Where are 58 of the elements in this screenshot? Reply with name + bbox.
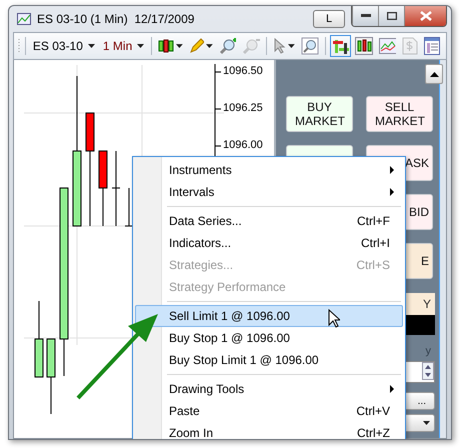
mouse-cursor-icon [328, 309, 340, 328]
order-button[interactable]: BUY MARKET [286, 96, 353, 132]
menu-item[interactable]: Indicators... Ctrl+I [135, 232, 403, 254]
line-chart-icon [378, 37, 396, 55]
link-button[interactable]: L [313, 10, 345, 28]
caret-icon [423, 421, 430, 425]
menu-item[interactable]: Buy Stop 1 @ 1096.00 [135, 327, 403, 349]
grip-icon [18, 38, 21, 54]
caret-icon [176, 44, 183, 48]
data-box-button[interactable] [422, 35, 442, 57]
price-label: 1096.50 [223, 65, 263, 77]
menu-item[interactable]: Sell Limit 1 @ 1096.00 [135, 305, 403, 327]
zoom-out-icon [242, 37, 260, 55]
menu-item[interactable]: Paste Ctrl+V [135, 400, 403, 422]
candlestick-icon [158, 38, 174, 54]
chart-style-button[interactable] [353, 35, 374, 57]
spinner-arrows-icon [422, 362, 434, 380]
table-window-icon [424, 37, 440, 55]
menu-item[interactable]: Instruments [135, 159, 403, 181]
price-label: 1096.00 [223, 139, 263, 151]
caret-icon [288, 44, 296, 48]
submenu-arrow-icon [390, 188, 394, 196]
dollar-document-icon [402, 37, 418, 55]
indicator-button[interactable] [376, 35, 398, 57]
search-icon [301, 37, 319, 55]
submenu-arrow-icon [390, 166, 394, 174]
interval-dropdown[interactable]: 1 Min [100, 39, 148, 53]
pointer-icon [272, 38, 286, 54]
caret-icon [206, 44, 213, 48]
candlestick-icon [355, 37, 372, 55]
maximize-icon [386, 12, 396, 20]
order-button[interactable]: SELL MARKET [366, 96, 433, 132]
menu-item[interactable]: Drawing Tools [135, 378, 403, 400]
instrument-dropdown[interactable]: ES 03-10 [30, 39, 98, 53]
up-triangle-icon [430, 72, 438, 76]
candle [124, 188, 134, 226]
minimize-icon [360, 14, 370, 18]
zoom-in-icon [218, 37, 236, 55]
order-panel-toggle[interactable] [330, 35, 352, 57]
scroll-up-button[interactable] [425, 64, 443, 84]
chart-icon [17, 13, 31, 25]
maximize-button[interactable] [378, 6, 404, 26]
submenu-arrow-icon [390, 385, 394, 393]
price-label: 1096.25 [223, 102, 263, 114]
close-icon [420, 11, 432, 21]
order-bars-icon [332, 37, 350, 55]
menu-item[interactable]: Intervals [135, 181, 403, 203]
menu-item[interactable]: Buy Stop Limit 1 @ 1096.00 [135, 349, 403, 371]
menu-item[interactable]: Zoom In Ctrl+Z [135, 422, 403, 439]
pencil-icon [188, 38, 204, 54]
caret-icon [88, 44, 95, 48]
caret-icon [137, 44, 144, 48]
minimize-button[interactable] [352, 6, 378, 26]
close-button[interactable] [404, 6, 446, 26]
menu-item[interactable]: Data Series... Ctrl+F [135, 210, 403, 232]
window-title: ES 03-10 (1 Min) 12/17/2009 [37, 12, 196, 26]
search-button[interactable] [299, 35, 321, 57]
quantity-label: y [426, 345, 432, 357]
